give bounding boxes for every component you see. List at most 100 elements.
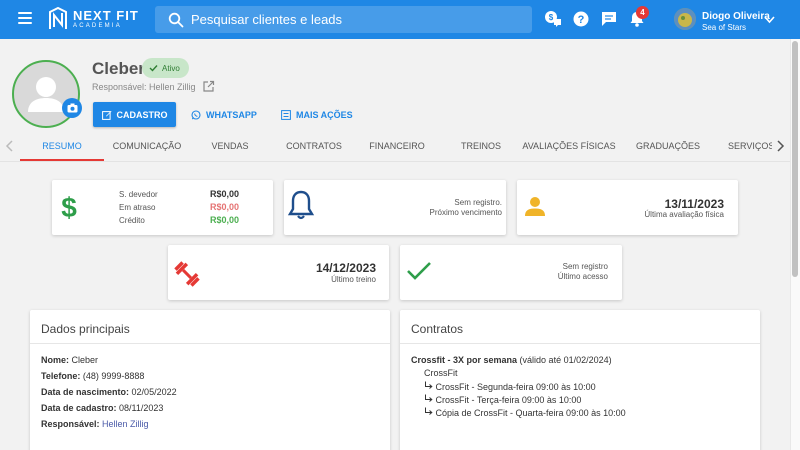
notification-count-badge: 4 bbox=[636, 6, 649, 19]
phone-row: Telefone: (48) 9999-8888 bbox=[41, 371, 144, 381]
logo-subtitle: ACADEMIA bbox=[73, 23, 122, 29]
contract-plan-name: Crossfit - 3X por semana bbox=[411, 355, 518, 365]
tab-contratos[interactable]: CONTRATOS bbox=[274, 131, 354, 161]
logo-title: NEXT FIT bbox=[73, 8, 139, 23]
overdue-label: Em atraso bbox=[119, 203, 156, 212]
whatsapp-button-label: WHATSAPP bbox=[206, 109, 257, 120]
search-icon bbox=[168, 12, 184, 27]
camera-icon bbox=[67, 103, 77, 113]
person-icon bbox=[525, 197, 545, 216]
last-workout-label: Último treino bbox=[331, 275, 376, 284]
next-due-card[interactable]: Sem registro. Próximo vencimento bbox=[284, 180, 506, 235]
finance-summary-card[interactable]: $ S. devedor R$0,00 Em atraso R$0,00 Cré… bbox=[52, 180, 273, 235]
last-assessment-card[interactable]: 13/11/2023 Última avaliação física bbox=[517, 180, 738, 235]
messages-icon[interactable] bbox=[600, 10, 618, 28]
chevron-right-icon[interactable] bbox=[775, 140, 785, 152]
balance-label: S. devedor bbox=[119, 190, 158, 199]
birthdate-label: Data de nascimento: bbox=[41, 387, 130, 397]
tab-graduacoes[interactable]: GRADUAÇÕES bbox=[626, 131, 710, 161]
last-workout-card[interactable]: 14/12/2023 Último treino bbox=[168, 245, 389, 300]
tab-treinos[interactable]: TREINOS bbox=[442, 131, 520, 161]
tab-vendas[interactable]: VENDAS bbox=[192, 131, 268, 161]
tab-servicos[interactable]: SERVIÇOS bbox=[728, 131, 772, 161]
active-tab-indicator bbox=[20, 159, 104, 161]
name-row: Nome: Cleber bbox=[41, 355, 98, 365]
contract-plan[interactable]: Crossfit - 3X por semana (válido até 01/… bbox=[411, 355, 612, 365]
whatsapp-icon bbox=[191, 109, 201, 120]
client-tabs: RESUMO COMUNICAÇÃO VENDAS CONTRATOS FINA… bbox=[0, 131, 790, 162]
user-avatar-image-icon bbox=[674, 8, 696, 30]
tab-resumo[interactable]: RESUMO bbox=[20, 131, 104, 161]
tab-financeiro[interactable]: FINANCEIRO bbox=[358, 131, 436, 161]
last-workout-date: 14/12/2023 bbox=[315, 261, 376, 275]
birthdate-value: 02/05/2022 bbox=[131, 387, 177, 397]
signup-date-value: 08/11/2023 bbox=[119, 403, 164, 413]
class-schedule: CrossFit - Terça-feira 09:00 às 10:00 bbox=[435, 395, 582, 405]
logo[interactable]: NEXT FIT ACADEMIA bbox=[48, 7, 139, 31]
help-icon[interactable]: ? bbox=[572, 10, 590, 28]
divider bbox=[30, 343, 390, 344]
next-due-status: Sem registro. bbox=[454, 198, 502, 207]
class-row: CrossFit - Terça-feira 09:00 às 10:00 bbox=[424, 394, 581, 405]
dollar-icon: $ bbox=[61, 192, 77, 222]
client-name: Cleber bbox=[92, 59, 145, 78]
last-access-card[interactable]: Sem registro Último acesso bbox=[400, 245, 622, 300]
chevron-down-icon[interactable] bbox=[764, 14, 775, 25]
responsible-label: Responsável: Hellen Zillig bbox=[92, 82, 196, 92]
mais-acoes-button[interactable]: MAIS AÇÕES bbox=[281, 102, 353, 127]
balance-value: R$0,00 bbox=[210, 189, 240, 199]
sub-item-arrow-icon bbox=[425, 394, 433, 402]
contract-modality: CrossFit bbox=[424, 368, 458, 378]
sub-item-arrow-icon bbox=[425, 407, 433, 415]
user-organization: Sea of Stars bbox=[702, 23, 747, 32]
last-assessment-label: Última avaliação física bbox=[644, 210, 724, 219]
credit-value: R$0,00 bbox=[210, 215, 240, 225]
cadastro-button[interactable]: CADASTRO bbox=[93, 102, 176, 127]
contracts-title: Contratos bbox=[411, 322, 464, 336]
status-label: Ativo bbox=[162, 63, 180, 73]
billing-chat-icon[interactable]: $ bbox=[544, 10, 562, 28]
next-due-label: Próximo vencimento bbox=[429, 208, 502, 217]
svg-text:?: ? bbox=[578, 14, 585, 26]
credit-label: Crédito bbox=[119, 216, 145, 225]
scrollbar-thumb[interactable] bbox=[792, 41, 798, 277]
svg-text:$: $ bbox=[549, 13, 554, 22]
svg-text:$: $ bbox=[61, 192, 77, 222]
contract-plan-validity: (válido até 01/02/2024) bbox=[519, 355, 612, 365]
user-avatar[interactable] bbox=[674, 8, 696, 30]
last-assessment-date: 13/11/2023 bbox=[664, 197, 724, 211]
class-row: CrossFit - Segunda-feira 09:00 às 10:00 bbox=[424, 381, 596, 392]
main-data-title: Dados principais bbox=[41, 322, 130, 336]
user-name[interactable]: Diogo Oliveira bbox=[702, 11, 770, 22]
birthdate-row: Data de nascimento: 02/05/2022 bbox=[41, 387, 177, 397]
search-bar[interactable] bbox=[155, 6, 532, 33]
sub-item-arrow-icon bbox=[425, 381, 433, 389]
dumbbell-icon bbox=[174, 261, 200, 287]
class-row: Cópia de CrossFit - Quarta-feira 09:00 à… bbox=[424, 407, 626, 418]
checkmark-icon bbox=[407, 262, 431, 280]
phone-value: (48) 9999-8888 bbox=[82, 371, 145, 381]
whatsapp-button[interactable]: WHATSAPP bbox=[191, 102, 257, 127]
contracts-panel: Contratos Crossfit - 3X por semana (váli… bbox=[400, 310, 760, 450]
search-input[interactable] bbox=[191, 12, 511, 27]
tab-comunicacao[interactable]: COMUNICAÇÃO bbox=[106, 131, 188, 161]
responsible-label-field: Responsável: bbox=[41, 419, 100, 429]
change-photo-button[interactable] bbox=[62, 98, 82, 118]
responsible-link[interactable]: Hellen Zillig bbox=[102, 419, 149, 429]
tab-avaliacoes-fisicas[interactable]: AVALIAÇÕES FÍSICAS bbox=[522, 131, 616, 161]
check-icon bbox=[149, 65, 158, 72]
divider bbox=[400, 343, 760, 344]
menu-icon[interactable] bbox=[18, 12, 32, 24]
phone-label: Telefone: bbox=[41, 371, 81, 381]
chevron-left-icon[interactable] bbox=[5, 140, 15, 152]
external-link-icon[interactable] bbox=[202, 80, 215, 93]
main-data-panel: Dados principais Nome: Cleber Telefone: … bbox=[30, 310, 390, 450]
last-access-label: Último acesso bbox=[557, 272, 608, 281]
signup-date-label: Data de cadastro: bbox=[41, 403, 117, 413]
cadastro-button-label: CADASTRO bbox=[116, 109, 168, 120]
bell-icon bbox=[287, 190, 315, 220]
name-value: Cleber bbox=[71, 355, 99, 365]
edit-icon bbox=[101, 110, 111, 120]
list-icon bbox=[281, 109, 291, 120]
top-app-bar: NEXT FIT ACADEMIA $ ? 4 Diogo Oliveira bbox=[0, 0, 800, 39]
